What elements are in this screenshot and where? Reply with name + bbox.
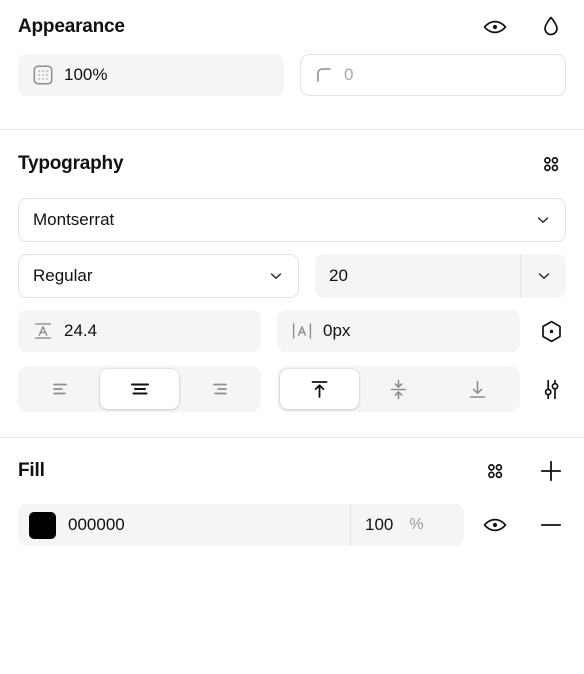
opacity-value: 100% <box>64 65 108 84</box>
fill-title: Fill <box>18 460 45 481</box>
hexagon-dot-icon[interactable] <box>536 316 566 346</box>
eye-icon[interactable] <box>480 510 510 540</box>
font-weight-size-row: Regular 20 <box>18 254 566 298</box>
font-size-value[interactable]: 20 <box>315 254 520 298</box>
appearance-header: Appearance <box>18 0 566 54</box>
opacity-field[interactable]: 100% <box>18 54 284 96</box>
appearance-fields-row: 100% 0 <box>18 54 566 96</box>
align-left-icon[interactable] <box>21 369 100 409</box>
sliders-icon[interactable] <box>536 374 566 404</box>
typography-title: Typography <box>18 153 124 174</box>
fill-section: Fill 000000 100 % <box>0 438 584 546</box>
droplet-icon[interactable] <box>536 12 566 42</box>
chevron-down-icon <box>535 212 551 228</box>
align-right-icon[interactable] <box>179 369 258 409</box>
horizontal-align-group <box>18 366 261 412</box>
four-dots-icon[interactable] <box>536 149 566 179</box>
eye-icon[interactable] <box>480 12 510 42</box>
typography-header-actions <box>536 149 566 179</box>
font-weight-value: Regular <box>33 266 93 285</box>
fill-item-row: 000000 100 % <box>18 504 566 546</box>
line-height-field[interactable]: 24.4 <box>18 310 261 352</box>
typography-section: Typography Montserrat Regular 20 24.4 0p… <box>0 130 584 412</box>
typography-header: Typography <box>18 130 566 198</box>
corner-radius-icon <box>313 64 335 86</box>
corner-radius-field[interactable]: 0 <box>300 54 566 96</box>
appearance-spacer <box>0 96 584 129</box>
font-family-value: Montserrat <box>33 210 115 229</box>
plus-icon[interactable] <box>536 456 566 486</box>
fill-opacity-value: 100 <box>365 515 394 534</box>
fill-opacity-unit: % <box>409 516 424 533</box>
appearance-header-actions <box>480 12 566 42</box>
fill-color-field[interactable]: 000000 100 % <box>18 504 464 546</box>
letter-spacing-icon <box>290 319 314 343</box>
appearance-section: Appearance 100% 0 <box>0 0 584 96</box>
fill-hex-value: 000000 <box>68 515 125 534</box>
align-middle-icon[interactable] <box>359 369 438 409</box>
font-size-dropdown-button[interactable] <box>520 254 566 298</box>
fill-opacity-field[interactable]: 100 % <box>350 504 464 546</box>
chevron-down-icon <box>268 268 284 284</box>
minus-icon[interactable] <box>536 510 566 540</box>
font-family-select[interactable]: Montserrat <box>18 198 566 242</box>
font-family-row: Montserrat <box>18 198 566 242</box>
align-bottom-icon[interactable] <box>438 369 517 409</box>
chevron-down-icon <box>536 268 552 284</box>
line-height-letter-spacing-row: 24.4 0px <box>18 310 566 352</box>
appearance-title: Appearance <box>18 16 125 37</box>
alignment-row <box>18 366 566 412</box>
letter-spacing-value: 0px <box>323 321 351 340</box>
fill-color-left[interactable]: 000000 <box>18 504 350 546</box>
corner-radius-value: 0 <box>344 65 354 84</box>
letter-spacing-field[interactable]: 0px <box>277 310 520 352</box>
fill-header: Fill <box>18 438 566 504</box>
typography-spacer <box>0 412 584 437</box>
line-height-icon <box>31 319 55 343</box>
four-dots-icon[interactable] <box>480 456 510 486</box>
line-height-value: 24.4 <box>64 321 98 340</box>
color-swatch[interactable] <box>29 511 56 539</box>
opacity-grid-icon <box>31 63 55 87</box>
font-weight-select[interactable]: Regular <box>18 254 299 298</box>
fill-header-actions <box>480 456 566 486</box>
align-center-icon[interactable] <box>100 369 179 409</box>
properties-panel: Appearance 100% 0 Typography Montserrat … <box>0 0 584 674</box>
font-size-stepper[interactable]: 20 <box>315 254 566 298</box>
vertical-align-group <box>277 366 520 412</box>
fill-item-actions <box>480 510 566 540</box>
align-top-icon[interactable] <box>280 369 359 409</box>
